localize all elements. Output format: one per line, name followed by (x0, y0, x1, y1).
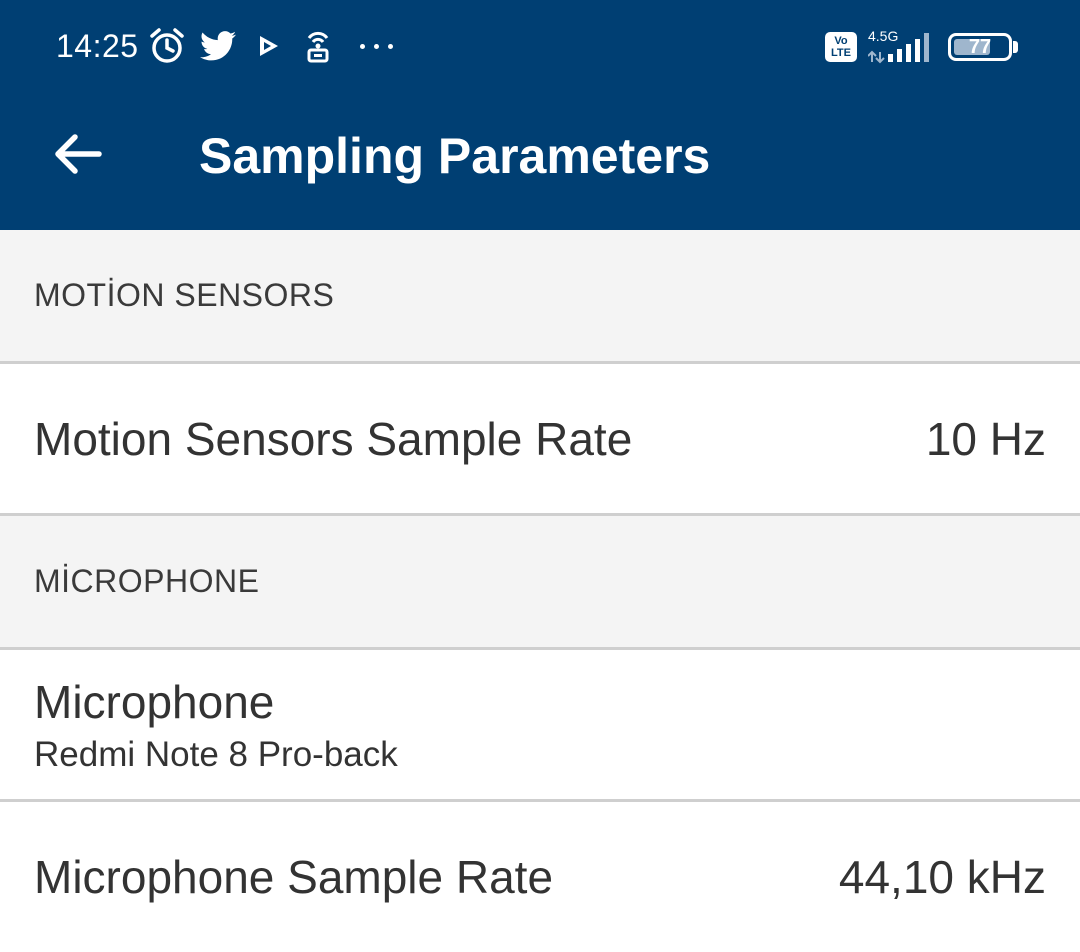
section-header-motion-sensors: MOTİON SENSORS (0, 230, 1080, 364)
app-bar: 14:25 Vo LTE 4.5G 77 Sampling Parameters (0, 0, 1080, 230)
status-time: 14:25 (56, 28, 139, 64)
row-title: Motion Sensors Sample Rate (34, 412, 633, 465)
row-title: Microphone Sample Rate (34, 851, 554, 903)
signal-icon (867, 30, 936, 69)
settings-list: MOTİON SENSORS Motion Sensors Sample Rat… (0, 230, 1080, 952)
page-title: Sampling Parameters (199, 128, 711, 184)
row-value: 10 Hz (925, 412, 1046, 465)
row-subtitle: Redmi Note 8 Pro-back (34, 734, 398, 774)
volte-icon: Vo LTE (825, 32, 857, 62)
row-title: Microphone (34, 675, 275, 728)
battery-level: 77 (968, 36, 992, 58)
section-header-label: MOTİON SENSORS (34, 277, 335, 313)
battery-tip (1013, 41, 1018, 53)
back-button[interactable] (44, 120, 112, 188)
section-header-label: MİCROPHONE (34, 563, 260, 599)
microphone-sample-rate-row[interactable]: Microphone Sample Rate 44,10 kHz (0, 802, 1080, 952)
status-bar: 14:25 Vo LTE 4.5G 77 (0, 0, 1080, 96)
play-store-icon (256, 26, 282, 66)
arrow-back-icon (55, 134, 102, 174)
battery-icon: 77 (948, 33, 1012, 61)
hotspot-icon (302, 26, 334, 66)
twitter-icon (200, 26, 236, 66)
more-notifications-icon (360, 26, 393, 66)
motion-sensors-sample-rate-row[interactable]: Motion Sensors Sample Rate 10 Hz (0, 364, 1080, 516)
microphone-row[interactable]: Microphone Redmi Note 8 Pro-back (0, 650, 1080, 802)
row-value: 44,10 kHz (838, 851, 1046, 903)
section-header-microphone: MİCROPHONE (0, 516, 1080, 650)
alarm-icon (148, 26, 186, 66)
